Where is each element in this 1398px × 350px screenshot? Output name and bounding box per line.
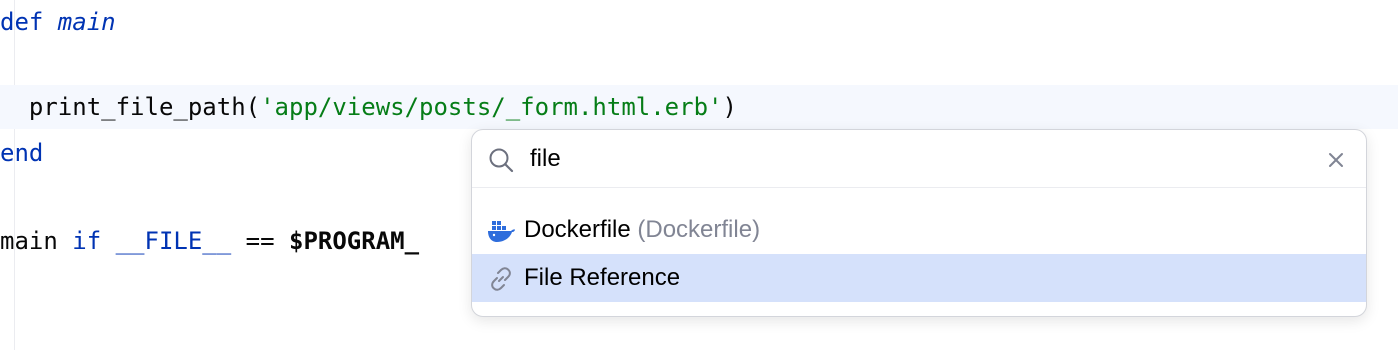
docker-icon — [488, 221, 515, 242]
result-list: Dockerfile (Dockerfile) File Reference — [472, 206, 1366, 302]
result-item-hint: (Dockerfile) — [630, 216, 761, 243]
code-token: end — [0, 139, 44, 167]
search-icon — [489, 148, 514, 173]
search-row — [472, 130, 1366, 188]
search-input[interactable] — [530, 140, 1290, 178]
code-token: main — [0, 227, 73, 255]
code-token: __FILE__ — [115, 227, 232, 255]
result-item-file-reference[interactable]: File Reference — [472, 254, 1366, 302]
result-item-text: Dockerfile (Dockerfile) — [524, 206, 760, 254]
close-icon[interactable] — [1324, 148, 1348, 172]
code-line-2[interactable] — [0, 44, 1398, 88]
code-token: == — [231, 227, 289, 255]
code-line-1[interactable]: def main — [0, 0, 1398, 44]
code-token: print_file_path( — [0, 93, 261, 121]
code-token: ) — [722, 93, 737, 121]
result-item-label: Dockerfile — [524, 216, 631, 243]
link-icon — [491, 267, 511, 291]
code-token: $PROGRAM_ — [289, 227, 420, 255]
code-token: 'app/views/posts/_form.html.erb' — [260, 93, 723, 121]
code-token: if — [72, 227, 102, 255]
result-item-label: File Reference — [524, 264, 681, 291]
code-token: def — [0, 8, 58, 36]
code-line-3[interactable]: print_file_path('app/views/posts/_form.h… — [0, 85, 1398, 129]
code-token: main — [57, 8, 116, 36]
live-template-popup: Dockerfile (Dockerfile) File Reference — [471, 129, 1367, 317]
result-item-dockerfile[interactable]: Dockerfile (Dockerfile) — [472, 206, 1366, 254]
